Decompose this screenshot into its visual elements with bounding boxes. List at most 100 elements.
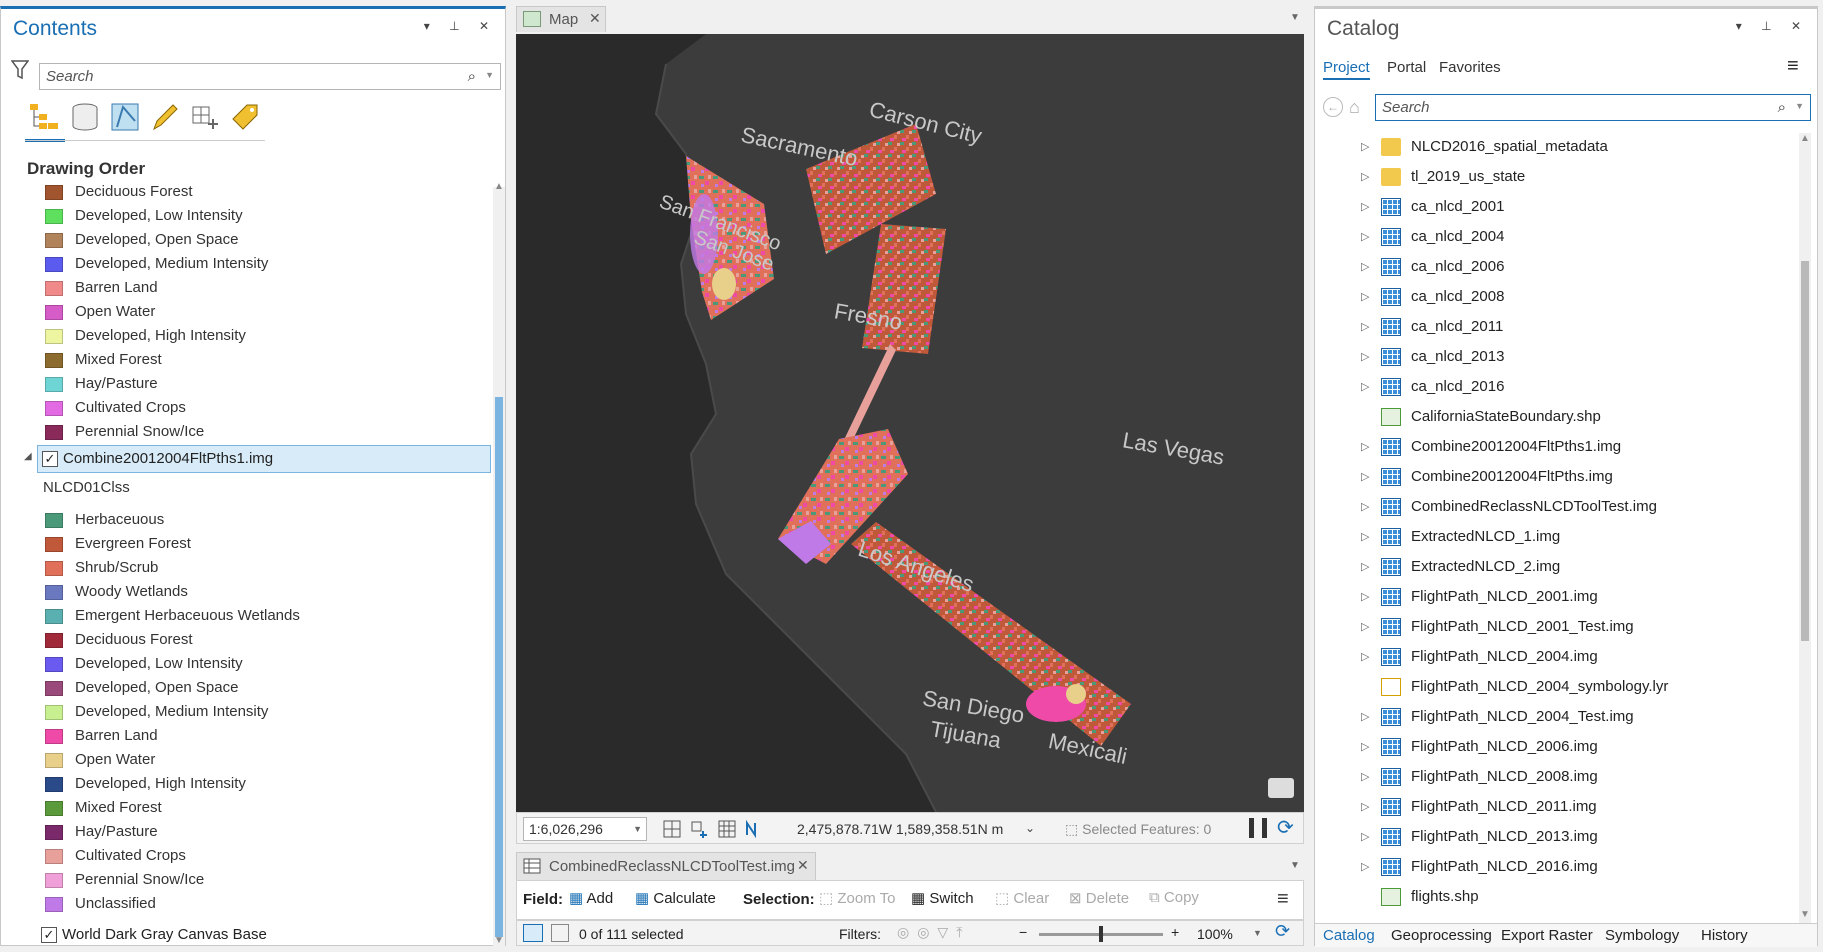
contents-pane-controls[interactable]: ▾ ⊥ ✕ xyxy=(424,19,497,33)
refresh-icon[interactable]: ⟳ xyxy=(1275,921,1290,942)
calculate-field-button[interactable]: ▦ Calculate xyxy=(635,889,716,907)
zoom-slider-thumb[interactable] xyxy=(1099,926,1103,942)
collapse-triangle-icon[interactable]: ◢ xyxy=(24,451,32,462)
bottom-tab-history[interactable]: History xyxy=(1701,927,1748,944)
expand-triangle-icon[interactable]: ▷ xyxy=(1361,830,1369,843)
tab-favorites[interactable]: Favorites xyxy=(1439,59,1501,76)
map-canvas[interactable]: Sacramento Carson City San Francisco San… xyxy=(516,34,1304,812)
expand-triangle-icon[interactable]: ▷ xyxy=(1361,350,1369,363)
legend-label: Developed, High Intensity xyxy=(75,775,246,792)
close-icon[interactable]: ✕ xyxy=(589,10,601,27)
table-grid-icon[interactable] xyxy=(717,819,737,839)
expand-triangle-icon[interactable]: ▷ xyxy=(1361,200,1369,213)
expand-triangle-icon[interactable]: ▷ xyxy=(1361,320,1369,333)
expand-triangle-icon[interactable]: ▷ xyxy=(1361,650,1369,663)
chevron-down-icon[interactable]: ⌄ xyxy=(1025,821,1035,835)
expand-triangle-icon[interactable]: ▷ xyxy=(1361,140,1369,153)
selected-count: 0 of 111 selected xyxy=(579,926,684,942)
bottom-tab-export-raster[interactable]: Export Raster xyxy=(1501,927,1593,944)
table-pane-dropdown[interactable]: ▼ xyxy=(1290,860,1300,871)
list-by-editing-icon[interactable] xyxy=(149,101,181,133)
pause-drawing-button[interactable] xyxy=(1249,818,1267,838)
switch-selection-button[interactable]: ▦ Switch xyxy=(911,889,974,907)
expand-triangle-icon[interactable]: ▷ xyxy=(1361,170,1369,183)
clear-selection-button[interactable]: ⬚ Clear xyxy=(995,889,1049,907)
close-icon[interactable]: ✕ xyxy=(797,857,809,874)
expand-triangle-icon[interactable]: ▷ xyxy=(1361,560,1369,573)
scale-dropdown[interactable]: 1:6,026,296 ▼ xyxy=(523,817,647,841)
expand-triangle-icon[interactable]: ▷ xyxy=(1361,440,1369,453)
list-by-drawing-order-icon[interactable] xyxy=(27,101,59,133)
expand-triangle-icon[interactable]: ▷ xyxy=(1361,230,1369,243)
bottom-tab-symbology[interactable]: Symbology xyxy=(1605,927,1679,944)
expand-triangle-icon[interactable]: ▷ xyxy=(1361,290,1369,303)
bottom-tab-geoprocessing[interactable]: Geoprocessing xyxy=(1391,927,1492,944)
expand-triangle-icon[interactable]: ▷ xyxy=(1361,380,1369,393)
scroll-up-arrow[interactable]: ▲ xyxy=(1800,133,1810,144)
hamburger-menu-icon[interactable]: ≡ xyxy=(1277,888,1289,911)
home-icon[interactable]: ⌂ xyxy=(1349,97,1360,118)
zoom-to-button[interactable]: ⬚ Zoom To xyxy=(819,889,895,907)
zoom-in-button[interactable]: + xyxy=(1171,924,1179,940)
filter-icons[interactable]: ◎◎▽⤒ xyxy=(897,924,970,941)
raster-icon xyxy=(1381,468,1401,486)
refresh-icon[interactable]: ⟳ xyxy=(1277,815,1294,840)
show-all-records-icon[interactable] xyxy=(523,924,543,942)
list-by-labeling-icon[interactable] xyxy=(229,101,261,133)
table-tab[interactable]: CombinedReclassNLCDToolTest.img ✕ xyxy=(516,852,816,880)
expand-triangle-icon[interactable]: ▷ xyxy=(1361,590,1369,603)
search-icon[interactable]: ⌕ xyxy=(468,68,476,85)
expand-triangle-icon[interactable]: ▷ xyxy=(1361,470,1369,483)
contents-search-input[interactable]: Search ⌕ ▼ xyxy=(39,63,501,90)
scroll-thumb[interactable] xyxy=(495,397,503,937)
map-overview-icon[interactable] xyxy=(1268,778,1294,798)
tab-project[interactable]: Project xyxy=(1323,59,1370,80)
contents-scrollbar[interactable]: ▲ ▼ xyxy=(493,181,505,947)
catalog-pane-controls[interactable]: ▾ ⊥ ✕ xyxy=(1736,19,1809,33)
map-icon xyxy=(523,11,541,27)
expand-triangle-icon[interactable]: ▷ xyxy=(1361,800,1369,813)
back-icon[interactable]: ← xyxy=(1323,97,1343,117)
expand-triangle-icon[interactable]: ▷ xyxy=(1361,710,1369,723)
list-by-snapping-icon[interactable] xyxy=(189,101,221,133)
catalog-menu-icon[interactable]: ≡ xyxy=(1787,55,1799,78)
scroll-thumb[interactable] xyxy=(1801,261,1809,641)
catalog-scrollbar[interactable]: ▲ ▼ xyxy=(1799,133,1811,923)
bottom-tab-catalog[interactable]: Catalog xyxy=(1323,927,1375,944)
expand-triangle-icon[interactable]: ▷ xyxy=(1361,770,1369,783)
layer-row-basemap[interactable]: ✓ World Dark Gray Canvas Base xyxy=(37,923,477,947)
grid-icon[interactable] xyxy=(662,819,682,839)
expand-triangle-icon[interactable]: ▷ xyxy=(1361,620,1369,633)
list-by-data-source-icon[interactable] xyxy=(69,101,101,133)
delete-button[interactable]: ⊠ Delete xyxy=(1069,889,1129,907)
add-field-button[interactable]: ▦ Add xyxy=(569,889,613,907)
scroll-down-arrow[interactable]: ▼ xyxy=(1800,909,1810,920)
expand-triangle-icon[interactable]: ▷ xyxy=(1361,740,1369,753)
list-by-selection-icon[interactable] xyxy=(109,101,141,133)
expand-triangle-icon[interactable]: ▷ xyxy=(1361,260,1369,273)
map-tab[interactable]: Map ✕ xyxy=(516,6,606,32)
show-selected-records-icon[interactable] xyxy=(551,924,569,942)
snapping-icon[interactable] xyxy=(689,819,709,839)
layer-row-combine[interactable]: ◢ ✓ Combine20012004FltPths1.img xyxy=(24,445,491,473)
expand-triangle-icon[interactable]: ▷ xyxy=(1361,860,1369,873)
expand-triangle-icon[interactable]: ▷ xyxy=(1361,530,1369,543)
scroll-up-arrow[interactable]: ▲ xyxy=(494,181,504,192)
chevron-down-icon[interactable]: ▼ xyxy=(1795,101,1804,111)
layer-visibility-checkbox[interactable]: ✓ xyxy=(42,451,58,467)
search-icon[interactable]: ⌕ xyxy=(1778,99,1786,116)
chevron-down-icon[interactable]: ▼ xyxy=(633,824,642,834)
chevron-down-icon[interactable]: ▼ xyxy=(485,70,494,80)
zoom-out-button[interactable]: − xyxy=(1019,924,1027,940)
north-arrow-icon[interactable] xyxy=(743,819,763,839)
chevron-down-icon[interactable]: ▼ xyxy=(1253,928,1262,938)
expand-triangle-icon[interactable]: ▷ xyxy=(1361,500,1369,513)
scroll-down-arrow[interactable]: ▼ xyxy=(494,935,504,946)
tab-portal[interactable]: Portal xyxy=(1387,59,1426,76)
filter-icon[interactable] xyxy=(11,59,29,81)
zoom-slider[interactable] xyxy=(1039,926,1163,942)
map-pane-dropdown[interactable]: ▼ xyxy=(1290,12,1300,23)
copy-button[interactable]: ⧉ Copy xyxy=(1149,889,1199,906)
catalog-search-input[interactable]: Search ⌕ ▼ xyxy=(1375,94,1811,121)
layer-visibility-checkbox[interactable]: ✓ xyxy=(41,927,57,943)
